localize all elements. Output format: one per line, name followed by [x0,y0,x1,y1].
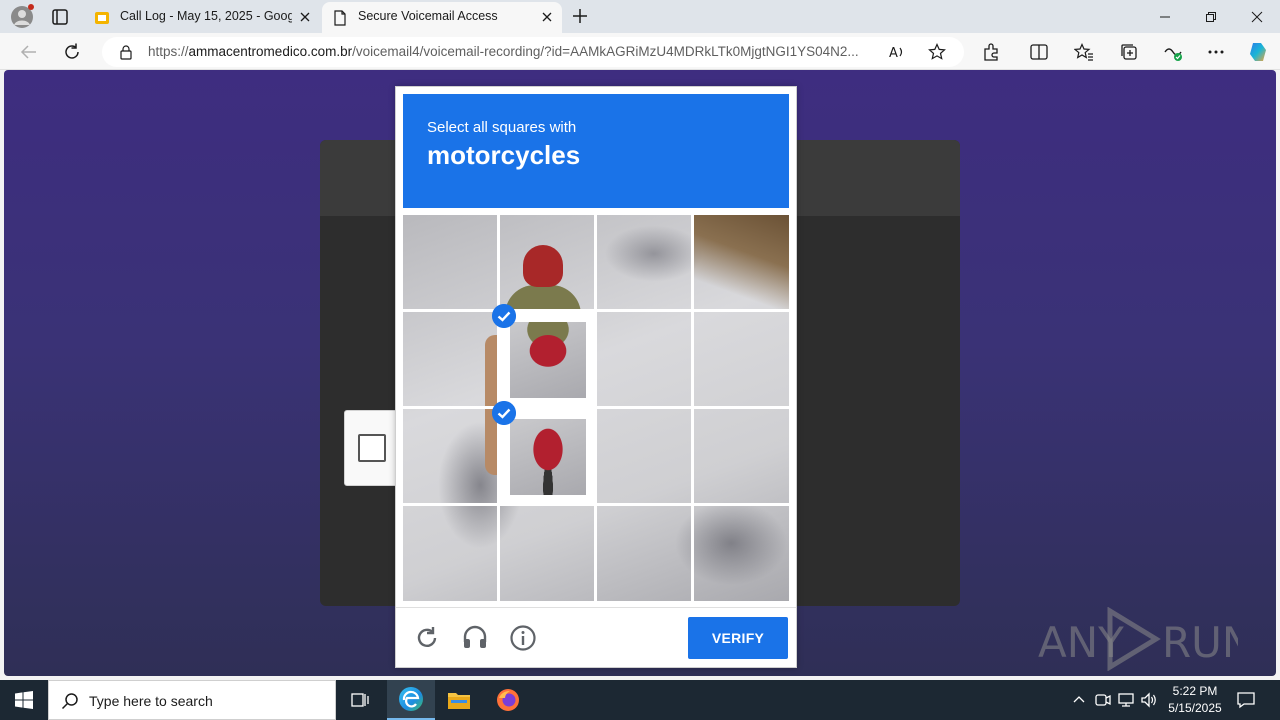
taskbar-search[interactable]: Type here to search [48,680,336,720]
verify-button[interactable]: VERIFY [688,617,788,659]
chevron-up-icon[interactable] [1070,691,1088,709]
new-tab-icon[interactable] [570,6,590,26]
tile-image [510,419,586,495]
taskbar-edge[interactable] [387,680,435,720]
motorcycle-image [510,419,586,495]
volume-icon[interactable] [1140,691,1158,709]
minimize-icon [1160,16,1170,17]
tab-secure-voicemail[interactable]: Secure Voicemail Access [322,2,562,33]
captcha-header: Select all squares with motorcycles [403,94,789,208]
split-screen-icon[interactable] [1029,42,1049,62]
favorites-icon[interactable] [1074,42,1094,62]
captcha-tile[interactable] [694,312,789,408]
url-path: /voicemail4/voicemail-recording/?id=AAMk… [352,44,859,59]
tab-bar: Call Log - May 15, 2025 - Google Secure … [0,0,1280,33]
captcha-tile-selected[interactable] [492,304,596,408]
captcha-tile[interactable] [694,215,789,311]
restore-icon [1206,11,1216,22]
favorite-star-icon[interactable] [928,43,946,61]
url-bar[interactable]: https://ammacentromedico.com.br/voicemai… [102,37,964,67]
info-icon[interactable] [509,624,537,652]
read-aloud-icon[interactable]: A [888,43,906,61]
meet-now-icon[interactable] [1094,691,1112,709]
tab-title: Call Log - May 15, 2025 - Google [120,9,292,23]
captcha-footer: VERIFY [396,607,796,668]
captcha-tile[interactable] [694,506,789,601]
tile-image [510,322,586,398]
url-text[interactable]: https://ammacentromedico.com.br/voicemai… [148,44,888,59]
profile-notification-dot [28,4,34,10]
extensions-icon[interactable] [981,42,1001,62]
captcha-tile[interactable] [500,506,596,601]
captcha-tile[interactable] [403,215,499,311]
system-clock[interactable]: 5:22 PM 5/15/2025 [1160,683,1230,717]
tab-title: Secure Voicemail Access [358,9,498,23]
tab-call-log[interactable]: Call Log - May 15, 2025 - Google [84,2,322,33]
checkmark-icon [492,401,516,425]
start-button[interactable] [0,680,48,720]
slides-icon [95,12,109,24]
network-icon[interactable] [1117,691,1135,709]
back-icon[interactable] [18,41,40,63]
search-placeholder: Type here to search [89,693,213,709]
watermark-right: RUN [1162,618,1238,667]
edge-icon [399,687,423,711]
taskbar: Type here to search 5:22 PM 5/15/2025 [0,680,1280,720]
taskbar-file-explorer[interactable] [435,680,483,720]
motorcycle-rider-image [510,322,586,398]
anyrun-watermark: ANY RUN [1038,607,1238,671]
restore-button[interactable] [1188,0,1234,33]
svg-text:A: A [889,46,898,61]
copilot-icon[interactable] [1246,40,1270,64]
captcha-instruction: Select all squares with [427,119,577,136]
task-view-icon [351,693,369,707]
captcha-tile[interactable] [403,312,499,408]
close-window-button[interactable] [1234,0,1280,33]
captcha-target: motorcycles [427,140,581,170]
captcha-tile[interactable] [597,409,693,505]
url-host: ammacentromedico.com.br [188,44,353,59]
page-viewport: Select all squares with motorcycles VERI… [4,70,1276,676]
taskbar-firefox[interactable] [484,680,532,720]
close-icon [1251,11,1263,22]
collections-icon[interactable] [1119,42,1139,62]
windows-logo-icon [15,691,33,709]
captcha-tile[interactable] [500,215,596,311]
address-toolbar: https://ammacentromedico.com.br/voicemai… [0,33,1280,70]
close-tab-icon[interactable] [540,10,554,24]
page-icon [334,10,346,26]
notifications-icon[interactable] [1236,690,1256,710]
performance-icon[interactable] [1163,42,1183,62]
captcha-tile[interactable] [403,506,499,601]
captcha-tile[interactable] [597,312,693,408]
minimize-button[interactable] [1142,0,1188,33]
refresh-icon[interactable] [61,41,83,63]
audio-icon[interactable] [461,624,489,652]
close-tab-icon[interactable] [298,10,312,24]
search-icon [61,693,78,710]
task-view-button[interactable] [336,680,384,720]
reload-icon[interactable] [413,624,441,652]
captcha-tile[interactable] [597,215,693,311]
url-scheme: https:// [148,44,189,59]
captcha-challenge: Select all squares with motorcycles VERI… [395,86,797,668]
clock-date: 5/15/2025 [1168,701,1222,715]
tab-actions-icon[interactable] [50,7,70,27]
firefox-icon [497,689,519,711]
captcha-image-grid [403,215,789,601]
captcha-tile[interactable] [403,409,499,505]
lock-icon[interactable] [118,44,134,60]
captcha-tile[interactable] [694,409,789,505]
folder-icon [448,693,470,709]
recaptcha-checkbox[interactable] [358,434,386,462]
checkmark-icon [492,304,516,328]
captcha-tile[interactable] [597,506,693,601]
captcha-tile-selected[interactable] [492,401,596,505]
clock-time: 5:22 PM [1172,684,1218,698]
more-options-icon[interactable] [1206,42,1226,62]
